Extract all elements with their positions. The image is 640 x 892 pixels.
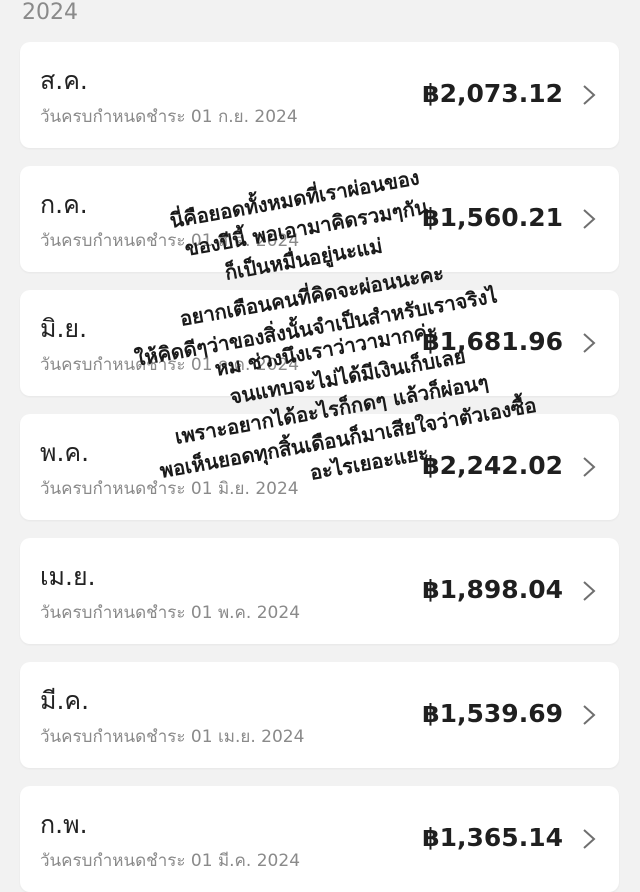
bill-due-date: วันครบกำหนดชำระ 01 มิ.ย. 2024 [40, 479, 299, 499]
chevron-right-icon [583, 705, 596, 725]
bill-due-date: วันครบกำหนดชำระ 01 ก.ค. 2024 [40, 355, 300, 375]
chevron-right-icon [583, 581, 596, 601]
chevron-right-icon [583, 85, 596, 105]
bill-due-date: วันครบกำหนดชำระ 01 พ.ค. 2024 [40, 603, 301, 623]
chevron-right-icon [583, 829, 596, 849]
bill-month: มิ.ย. [40, 314, 88, 343]
bill-month: มี.ค. [40, 686, 90, 715]
bill-month: พ.ค. [40, 438, 90, 467]
bill-month: ก.พ. [40, 810, 88, 839]
bill-amount: ฿2,242.02 [422, 451, 563, 480]
chevron-right-icon [583, 333, 596, 353]
bill-row[interactable]: เม.ย. วันครบกำหนดชำระ 01 พ.ค. 2024 ฿1,89… [20, 538, 619, 644]
bill-row[interactable]: ส.ค. วันครบกำหนดชำระ 01 ก.ย. 2024 ฿2,073… [20, 42, 619, 148]
bill-month: เม.ย. [40, 562, 96, 591]
bill-row[interactable]: มิ.ย. วันครบกำหนดชำระ 01 ก.ค. 2024 ฿1,68… [20, 290, 619, 396]
bill-amount: ฿1,539.69 [422, 699, 563, 728]
year-header: 2024 [22, 0, 78, 25]
bill-row[interactable]: ก.ค. วันครบกำหนดชำระ 01 ส.ค. 2024 ฿1,560… [20, 166, 619, 272]
bill-due-date: วันครบกำหนดชำระ 01 ส.ค. 2024 [40, 231, 300, 251]
bill-amount: ฿1,681.96 [422, 327, 563, 356]
bill-amount: ฿1,365.14 [422, 823, 563, 852]
chevron-right-icon [583, 209, 596, 229]
chevron-right-icon [583, 457, 596, 477]
bill-amount: ฿1,898.04 [422, 575, 563, 604]
bill-month: ก.ค. [40, 190, 88, 219]
bill-amount: ฿2,073.12 [422, 79, 563, 108]
bill-row[interactable]: มี.ค. วันครบกำหนดชำระ 01 เม.ย. 2024 ฿1,5… [20, 662, 619, 768]
bill-month: ส.ค. [40, 66, 88, 95]
bill-row[interactable]: ก.พ. วันครบกำหนดชำระ 01 มี.ค. 2024 ฿1,36… [20, 786, 619, 892]
bill-due-date: วันครบกำหนดชำระ 01 เม.ย. 2024 [40, 727, 305, 747]
bill-row[interactable]: พ.ค. วันครบกำหนดชำระ 01 มิ.ย. 2024 ฿2,24… [20, 414, 619, 520]
bill-due-date: วันครบกำหนดชำระ 01 มี.ค. 2024 [40, 851, 301, 871]
bill-due-date: วันครบกำหนดชำระ 01 ก.ย. 2024 [40, 107, 298, 127]
bill-amount: ฿1,560.21 [422, 203, 563, 232]
